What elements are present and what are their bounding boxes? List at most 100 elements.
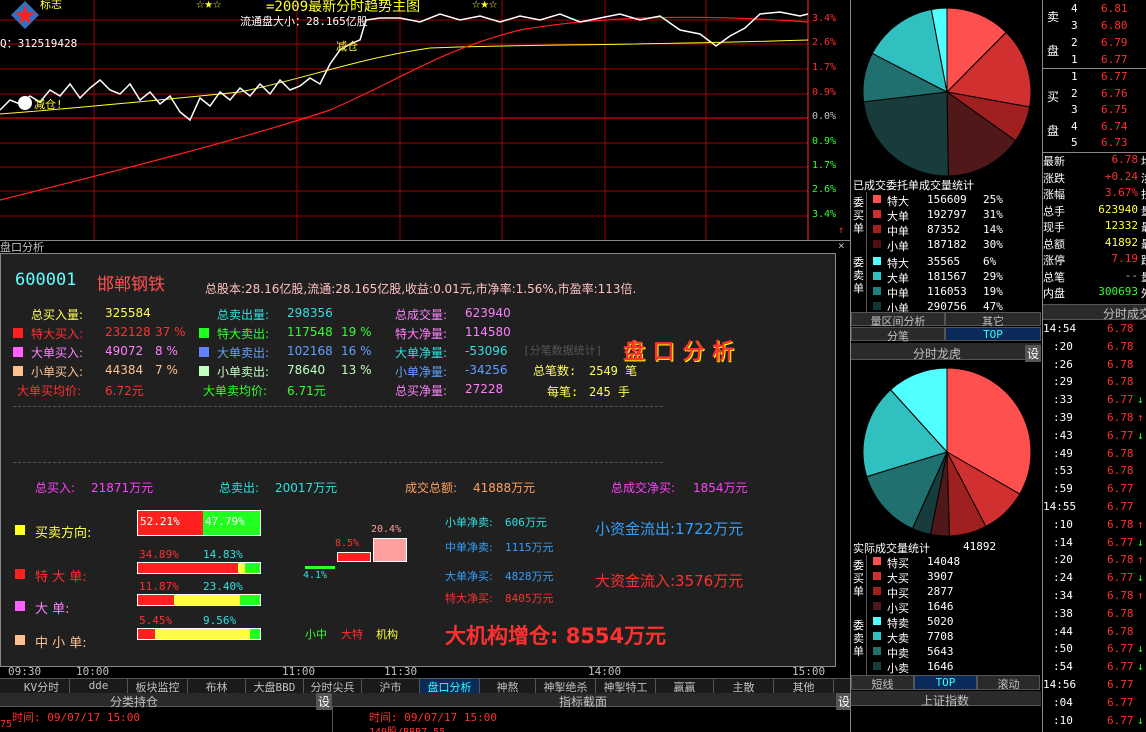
trade-time: 14:56 [1043,678,1077,691]
bid-price: 6.75 [1101,103,1128,116]
pie-top-tab[interactable]: 量区间分析 [851,312,945,328]
pie-top-tab[interactable]: TOP [945,327,1041,341]
pie-legend-pct: 31% [983,208,1003,221]
legend-swatch [873,662,881,670]
stat-right-label: 抄 [1141,186,1146,202]
stat-right-label: 均 [1141,153,1146,169]
stat-label: 涨停 [1043,254,1065,267]
pie-bot-buy-side: 委买单 [851,555,867,615]
tab-7[interactable]: 盘口分析 [420,679,480,694]
pie-top-buy-side: 委买单 [851,192,867,252]
tab-13[interactable]: 其他 [774,679,834,694]
bid-level: 3 [1071,103,1078,116]
tab-scroll-left[interactable] [0,679,14,694]
pie-bot-tab[interactable]: 短线 [851,675,914,691]
pie-legend-name: 特大 [887,257,909,270]
orderbook-column: 卖盘 买盘 4 6.81 3 6.80 2 6.79 1 6.77 1 6.77 2 6.76 3 6.7… [1042,0,1146,732]
bottom-left-panel: 分类持仓 设 时间: 09/07/17 15:00 75 [0,693,333,732]
stat-cell: 102168 [287,344,333,358]
bar-sell-pct: 14.83% [203,548,243,561]
direction-bar: 52.21% 47.79% [137,510,261,536]
bottom-left-header [0,693,333,707]
analysis-panel: 600001 邯郸钢铁 总股本:28.16亿股,流通:28.165亿股,收益:0… [0,253,836,667]
tab-0[interactable]: KV分时 [14,679,70,694]
ask-price: 6.81 [1101,2,1128,15]
trade-price: 6.78 [1107,357,1134,371]
ask-level: 3 [1071,19,1078,32]
pie-legend-name: 大单 [887,272,909,285]
trade-time: :53 [1053,464,1073,478]
stat-cell: 特大卖出: [217,327,270,341]
stat-label: 总额 [1043,237,1065,251]
bid-price: 6.77 [1101,70,1128,83]
tab-2[interactable]: 板块监控 [128,679,188,694]
pie-bot-set-button[interactable]: 设 [1025,345,1042,362]
tab-10[interactable]: 神掣特工 [596,679,656,694]
split-bar [137,562,261,574]
scroll-up-arrow-icon[interactable]: ↑ [838,225,844,236]
stat-label: 涨跌 [1043,171,1065,185]
bottom-left-set-button[interactable]: 设 [316,693,333,710]
pie-legend-pct: 25% [983,193,1003,206]
pie-legend-pct: 30% [983,238,1003,251]
q-label: Q：312519428 [0,37,78,50]
tab-5[interactable]: 分时尖兵 [304,679,362,694]
stat-cell: -53096 [465,344,508,358]
bid-level: 2 [1071,86,1078,100]
mini-bar-small [305,566,335,569]
index-title: 上证指数 [921,694,970,708]
tab-11[interactable]: 赢赢 [656,679,714,694]
stat-cell: 7 % [155,363,178,377]
tab-8[interactable]: 神熬 [480,679,536,694]
stat-cell: 78640 [287,363,326,377]
pie-bot-legend-value: 14048 [927,555,961,568]
intraday-chart[interactable]: 标志 ☆★☆ =2009最新分时趋势主图 ☆★☆ 流通盘大小：28.165亿股 … [0,0,850,240]
pie-bot-tab[interactable]: 滚动 [977,675,1040,691]
trade-price: 6.78 [1107,606,1134,620]
tab-9[interactable]: 神掣绝杀 [536,679,596,694]
pie-top-sell-side-label: 委卖单 [853,256,864,295]
tab-1[interactable]: dde [70,679,128,694]
stat-cell: 13 % [341,363,372,377]
pie-column: 已成交委托单成交量统计 委买单 委卖单 特大 156609 25% 大单 192797 3… [850,0,1042,732]
net-label: 中单净卖: [445,541,493,554]
panel-close-icon[interactable]: × [838,239,845,252]
pie-bot-legend-name: 小买 [887,602,909,615]
stat-label: 总手 [1043,204,1065,218]
tab-4[interactable]: 大盘BBD [246,679,304,694]
ma-line [0,16,809,201]
stat-cell: 大单卖均价: [203,384,268,398]
stat-cell: 6.72元 [105,384,144,398]
down-arrow-icon: ↓ [1137,660,1144,674]
stat-cell: 298356 [287,306,333,320]
pie-bot-total: 41892 [963,540,997,553]
trade-time: :20 [1053,553,1073,567]
tab-6[interactable]: 沪市 [362,679,420,694]
tab-12[interactable]: 主散 [714,679,774,694]
panel-header: 盘口分析 × [0,239,850,254]
mini-label-small: 小中 [305,628,327,641]
bar-swatch [15,525,25,535]
amount-value: 21871万元 [91,481,154,495]
pie-top-tab[interactable]: 其它 [945,312,1041,328]
trade-price: 6.77 [1107,660,1134,674]
stat-cell: 总卖出量: [217,308,270,322]
stat-label: 内盘 [1043,287,1065,300]
pie-bot-tab[interactable]: TOP [914,675,977,690]
stat-cell: 49072 [105,344,144,358]
orderbook-divider [1043,68,1146,69]
stat-value: 623940 [1098,202,1138,216]
pct-tick-label: 0.0% [812,111,837,122]
tab-3[interactable]: 布林 [188,679,246,694]
pct-tick-label: 2.6% [812,184,837,195]
stat-right-label: 量 [1141,269,1146,285]
down-arrow-icon: ↓ [1137,713,1144,727]
bottom-left-title: 分类持仓 [110,695,159,709]
bar-sell-pct: 9.56% [203,614,237,627]
stat-right-label: 跌 [1141,252,1146,268]
down-arrow-icon: ↓ [1137,428,1144,442]
time-tick-label: 11:00 [282,665,316,678]
bottom-mid-title: 指标截面 [559,695,608,709]
pie-top-tab[interactable]: 分笔 [851,327,945,343]
pie-legend-value: 35565 [927,255,961,268]
